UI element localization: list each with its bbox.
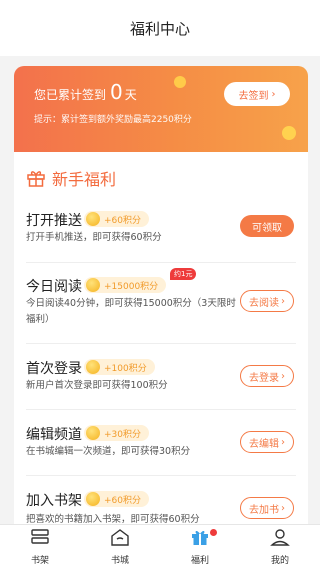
gift-icon: [189, 527, 211, 551]
chevron-right-icon: ›: [281, 370, 285, 382]
tab-bookstore[interactable]: 书城: [80, 525, 160, 568]
task-reward-value: +30积分: [104, 429, 141, 440]
tab-label: 我的: [270, 556, 289, 566]
add-book-button[interactable]: 去加书 ›: [240, 497, 294, 519]
task-reward: +60积分: [84, 491, 149, 507]
task-item-edit-channel: 编辑频道 +30积分 在书城编辑一次频道，即可获得30积分 去编辑 ›: [14, 410, 308, 476]
task-reward: +60积分: [84, 211, 149, 227]
decor-dot: [174, 76, 186, 88]
task-name: 首次登录: [26, 361, 82, 377]
tab-label: 福利: [190, 556, 209, 566]
newbie-benefits-card: 新手福利 打开推送 +60积分 打开手机推送，即可获得60积分 可领取 今日阅读…: [14, 152, 308, 532]
signed-days: 0: [110, 80, 123, 104]
edit-button-label: 去编辑: [249, 438, 279, 450]
tab-label: 书架: [30, 556, 49, 566]
task-item-enable-push: 打开推送 +60积分 打开手机推送，即可获得60积分 可领取: [14, 200, 308, 264]
signed-days-text: 您已累计签到 0 天: [34, 80, 137, 104]
section-header: 新手福利: [26, 166, 116, 190]
section-title: 新手福利: [52, 170, 117, 189]
bookshelf-icon: [29, 527, 51, 551]
task-desc: 在书城编辑一次频道，即可获得30积分: [26, 446, 191, 457]
chevron-right-icon: ›: [281, 502, 285, 514]
profile-icon: [269, 527, 291, 551]
chevron-right-icon: ›: [281, 295, 285, 307]
coin-icon: [86, 278, 100, 292]
signed-prefix: 您已累计签到: [34, 88, 107, 102]
add-book-button-label: 去加书: [249, 504, 279, 516]
coin-icon: [86, 426, 100, 440]
login-button-label: 去登录: [249, 372, 279, 384]
task-reward: +30积分: [84, 425, 149, 441]
tab-bookshelf[interactable]: 书架: [0, 525, 80, 568]
bonus-badge: 约1元: [170, 268, 197, 280]
divider: [26, 262, 296, 263]
tab-benefits[interactable]: 福利: [160, 525, 240, 568]
task-item-first-login: 首次登录 +100积分 新用户首次登录即可获得100积分 去登录 ›: [14, 344, 308, 410]
task-name: 编辑频道: [26, 427, 82, 443]
read-button-label: 去阅读: [249, 297, 279, 309]
task-reward-value: +15000积分: [104, 281, 159, 292]
tab-label: 书城: [110, 556, 129, 566]
chevron-right-icon: ›: [271, 88, 276, 100]
task-name: 加入书架: [26, 493, 82, 509]
sign-in-button[interactable]: 去签到 ›: [224, 82, 290, 106]
task-name: 打开推送: [26, 213, 82, 229]
bottom-tab-bar: 书架 书城 福利 我的: [0, 524, 320, 568]
task-desc: 新用户首次登录即可获得100积分: [26, 380, 168, 391]
signed-suffix: 天: [124, 88, 137, 102]
sign-tip: 提示：累计签到额外奖励最高2250积分: [34, 115, 192, 125]
gift-icon: [26, 168, 46, 188]
coin-icon: [86, 360, 100, 374]
sign-in-label: 去签到: [238, 90, 269, 102]
task-item-daily-reading: 今日阅读 +15000积分 约1元 今日阅读40分钟，即可获得15000积分（3…: [14, 264, 308, 344]
task-reward-value: +60积分: [104, 495, 141, 506]
task-name: 今日阅读: [26, 279, 82, 295]
bookstore-icon: [109, 527, 131, 551]
read-button[interactable]: 去阅读 ›: [240, 290, 294, 312]
coin-icon: [86, 492, 100, 506]
task-reward-value: +100积分: [104, 363, 147, 374]
chevron-right-icon: ›: [281, 436, 285, 448]
task-reward: +100积分: [84, 359, 155, 375]
task-desc: 今日阅读40分钟，即可获得15000积分（3天限时福利）: [26, 298, 236, 325]
task-reward: +15000积分: [84, 277, 167, 293]
task-desc: 打开手机推送，即可获得60积分: [26, 232, 162, 243]
claim-button[interactable]: 可领取: [240, 215, 294, 237]
decor-dot: [282, 126, 296, 140]
login-button[interactable]: 去登录 ›: [240, 365, 294, 387]
task-reward-value: +60积分: [104, 215, 141, 226]
header: 福利中心: [0, 0, 320, 56]
page-title: 福利中心: [129, 19, 190, 38]
sign-in-banner: 您已累计签到 0 天 提示：累计签到额外奖励最高2250积分: [14, 66, 308, 152]
tab-profile[interactable]: 我的: [240, 525, 320, 568]
coin-icon: [86, 212, 100, 226]
notification-dot: [210, 529, 217, 536]
edit-button[interactable]: 去编辑 ›: [240, 431, 294, 453]
